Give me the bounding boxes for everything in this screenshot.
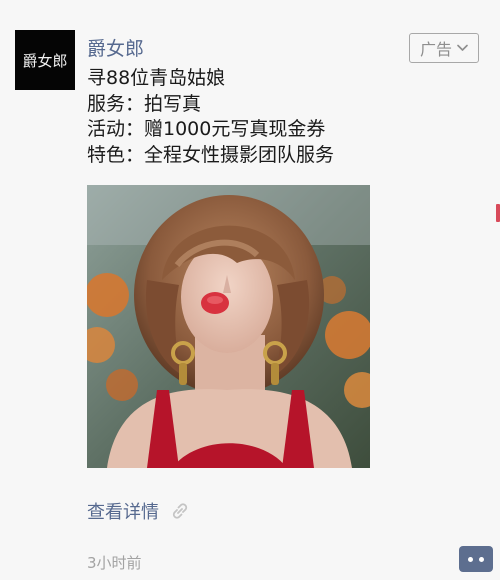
avatar[interactable]: 爵女郎 [15, 30, 75, 90]
comment-more-icon[interactable] [459, 546, 493, 572]
comment-dot-left [468, 556, 473, 562]
post-time: 3小时前 [87, 554, 142, 572]
post-line-service: 服务：拍写真 [87, 92, 202, 115]
post-photo[interactable] [87, 185, 370, 468]
ad-badge-button[interactable]: 广告 [409, 33, 479, 63]
post-line-headline: 寻88位青岛姑娘 [87, 67, 226, 89]
portrait-photo [87, 185, 370, 468]
ad-label: 广告 [419, 40, 452, 59]
ad-post: 爵女郎 爵女郎 广告 寻88位青岛姑娘 服务：拍写真 活动：赠1000元写真现金… [0, 0, 500, 580]
link-icon [172, 503, 188, 519]
chevron-down-icon [457, 44, 468, 51]
view-details-label: 查看详情 [87, 502, 159, 523]
post-text: 寻88位青岛姑娘 服务：拍写真 活动：赠1000元写真现金券 特色：全程女性摄影… [87, 66, 334, 168]
post-line-feature: 特色：全程女性摄影团队服务 [87, 143, 335, 166]
post-line-promotion: 活动：赠1000元写真现金券 [87, 118, 326, 140]
view-details-link[interactable]: 查看详情 [87, 498, 191, 524]
account-name[interactable]: 爵女郎 [87, 34, 144, 61]
edge-indicator [496, 204, 500, 222]
avatar-text: 爵女郎 [22, 51, 68, 70]
comment-dot-right [479, 556, 484, 562]
